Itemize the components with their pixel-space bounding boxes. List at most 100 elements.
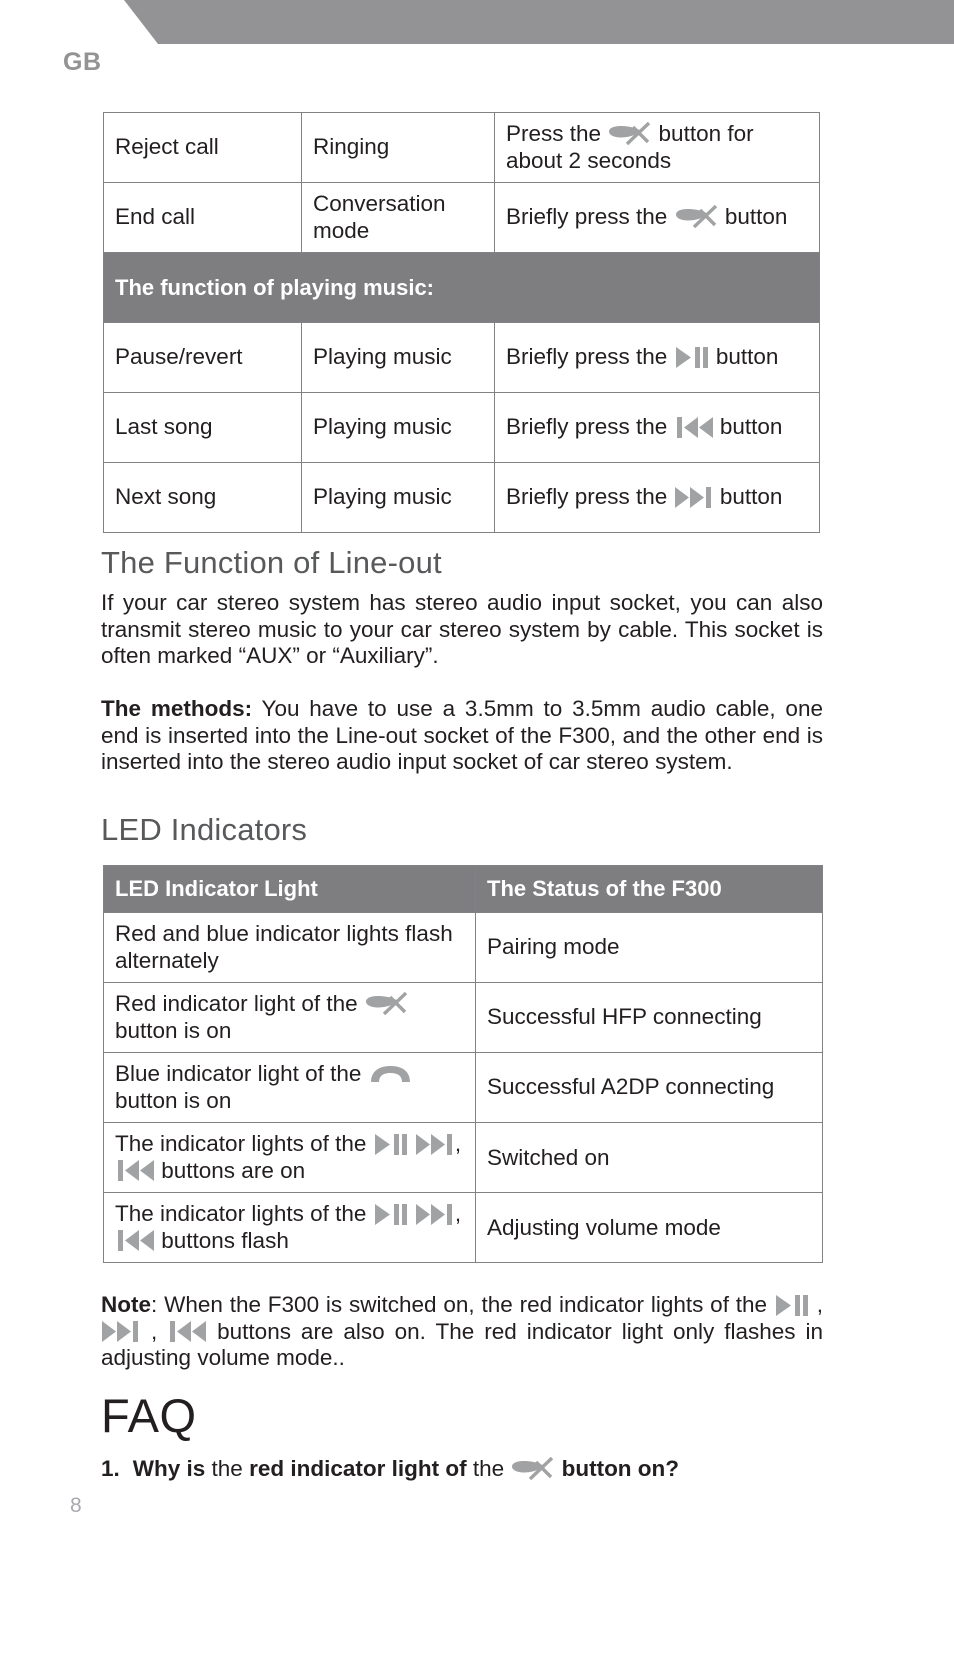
text-run: Red and blue indicator lights flash alte… bbox=[115, 920, 453, 973]
previous-track-icon bbox=[674, 415, 714, 440]
cell-device-status: Adjusting volume mode bbox=[475, 1192, 823, 1264]
text-run: Briefly press the bbox=[506, 344, 674, 370]
cell-led-indicator: Blue indicator light of the button is on bbox=[103, 1052, 476, 1124]
text-run: buttons are on bbox=[155, 1157, 306, 1183]
cell-led-indicator: The indicator lights of the , buttons fl… bbox=[103, 1192, 476, 1264]
faq-heading: FAQ bbox=[101, 1389, 197, 1442]
cell-operation: Press the button for about 2 seconds bbox=[494, 111, 820, 184]
cell-operation: Briefly press the button bbox=[494, 462, 820, 534]
text-run: Why is bbox=[132, 1456, 212, 1481]
text-run: the bbox=[211, 1456, 250, 1481]
text-run: buttons flash bbox=[155, 1227, 289, 1253]
text-run: , bbox=[454, 1201, 462, 1227]
previous-track-icon bbox=[115, 1158, 155, 1183]
led-table-body: LED Indicator Light The Status of the F30… bbox=[103, 865, 823, 1264]
text-run: button bbox=[709, 344, 779, 370]
cell-led-indicator: Red and blue indicator lights flash alte… bbox=[103, 911, 476, 984]
cell-action: Reject call bbox=[103, 111, 302, 184]
cell-operation: Briefly press the button bbox=[494, 392, 820, 464]
cell-state: Conversation mode bbox=[301, 182, 495, 254]
language-code-label: GB bbox=[63, 48, 102, 76]
table-row: Red and blue indicator lights flash alte… bbox=[103, 911, 823, 984]
table-section-label: The function of playing music: bbox=[103, 252, 820, 324]
play-pause-icon bbox=[373, 1202, 409, 1227]
page-number: 8 bbox=[70, 1494, 82, 1517]
cell-device-status: Successful A2DP connecting bbox=[475, 1052, 823, 1124]
cell-action: End call bbox=[103, 182, 302, 254]
call-music-function-table: Reject call Ringing Press the button for a… bbox=[103, 111, 820, 534]
text-run: button on? bbox=[555, 1456, 680, 1481]
end-call-icon bbox=[510, 1457, 555, 1481]
text-run: button is on bbox=[115, 1087, 232, 1113]
text-run: : When the F300 is switched on, the red … bbox=[151, 1292, 774, 1317]
next-track-icon bbox=[415, 1202, 455, 1227]
led-column-header-2: The Status of the F300 bbox=[475, 865, 823, 913]
methods-paragraph: The methods: You have to use a 3.5mm to … bbox=[101, 696, 823, 776]
cell-device-status: Switched on bbox=[475, 1122, 823, 1194]
text-run: button bbox=[713, 414, 783, 440]
text-run: Briefly press the bbox=[506, 414, 674, 440]
cell-device-status: Successful HFP connecting bbox=[475, 982, 823, 1054]
page-header-banner bbox=[0, 0, 954, 44]
table-row: The indicator lights of the , buttons fl… bbox=[103, 1192, 823, 1264]
cell-led-indicator: The indicator lights of the , buttons ar… bbox=[103, 1122, 476, 1194]
text-run: Briefly press the bbox=[506, 204, 674, 230]
next-track-icon bbox=[674, 485, 714, 510]
note-paragraph: Note: When the F300 is switched on, the … bbox=[101, 1292, 823, 1372]
table-row: Reject call Ringing Press the button for a… bbox=[103, 111, 820, 184]
table-row: The indicator lights of the , buttons ar… bbox=[103, 1122, 823, 1194]
text-run: Blue indicator light of the bbox=[115, 1061, 368, 1087]
table-row: End call Conversation mode Briefly press t… bbox=[103, 182, 820, 254]
banner-shape bbox=[124, 0, 954, 44]
text-run: , bbox=[809, 1292, 823, 1317]
cell-state: Playing music bbox=[301, 392, 495, 464]
led-column-header-1: LED Indicator Light bbox=[103, 865, 476, 913]
text-run: buttons are also on. The red indicator l… bbox=[101, 1318, 823, 1371]
cell-action: Last song bbox=[103, 392, 302, 464]
manual-page: GB Reject call Ringing Press the button fo… bbox=[0, 0, 954, 1670]
table-row: Pause/revert Playing music Briefly press t… bbox=[103, 322, 820, 394]
text-run: the bbox=[472, 1456, 511, 1481]
next-track-icon bbox=[101, 1319, 141, 1344]
table-row: Next song Playing music Briefly press the … bbox=[103, 462, 820, 534]
text-run: The indicator lights of the bbox=[115, 1131, 373, 1157]
play-pause-icon bbox=[373, 1132, 409, 1157]
line-out-paragraph: If your car stereo system has stereo aud… bbox=[101, 590, 823, 669]
end-call-icon bbox=[364, 992, 409, 1016]
end-call-icon bbox=[674, 205, 719, 229]
text-run: button is on bbox=[115, 1017, 232, 1043]
note-label: Note bbox=[101, 1292, 151, 1317]
next-track-icon bbox=[415, 1132, 455, 1157]
cell-state: Playing music bbox=[301, 462, 495, 534]
cell-action: Next song bbox=[103, 462, 302, 534]
table-row: Red indicator light of the button is on S… bbox=[103, 982, 823, 1054]
text-run: Press the bbox=[506, 121, 608, 146]
text-run: , bbox=[141, 1318, 168, 1344]
faq-item-number: 1. bbox=[101, 1456, 120, 1481]
methods-label: The methods: bbox=[101, 696, 253, 721]
play-pause-icon bbox=[774, 1293, 810, 1318]
table-section-row: The function of playing music: bbox=[103, 252, 820, 324]
text-run: The indicator lights of the bbox=[115, 1201, 373, 1227]
faq-item-1: 1. Why is the red indicator light of the… bbox=[101, 1455, 831, 1482]
cell-led-indicator: Red indicator light of the button is on bbox=[103, 982, 476, 1054]
cell-operation: Briefly press the button bbox=[494, 322, 820, 394]
text-run: Red indicator light of the bbox=[115, 991, 364, 1017]
end-call-icon bbox=[607, 122, 652, 146]
text-run: button bbox=[718, 204, 788, 230]
cell-state: Ringing bbox=[301, 111, 495, 184]
previous-track-icon bbox=[115, 1228, 155, 1253]
cell-state: Playing music bbox=[301, 322, 495, 394]
cell-device-status: Pairing mode bbox=[475, 911, 823, 984]
led-table-header-row: LED Indicator Light The Status of the F30… bbox=[103, 865, 823, 913]
answer-call-icon bbox=[368, 1062, 413, 1086]
text-run: red indicator light of bbox=[249, 1456, 473, 1481]
previous-track-icon bbox=[167, 1319, 207, 1344]
text-run: button bbox=[713, 484, 783, 510]
table-row: Last song Playing music Briefly press the … bbox=[103, 392, 820, 464]
cell-operation: Briefly press the button bbox=[494, 182, 820, 254]
led-indicators-table: LED Indicator Light The Status of the F30… bbox=[103, 865, 823, 1264]
cell-action: Pause/revert bbox=[103, 322, 302, 394]
led-indicators-heading: LED Indicators bbox=[101, 812, 308, 847]
faq-item-question: Why is the red indicator light of the bu… bbox=[133, 1455, 679, 1482]
